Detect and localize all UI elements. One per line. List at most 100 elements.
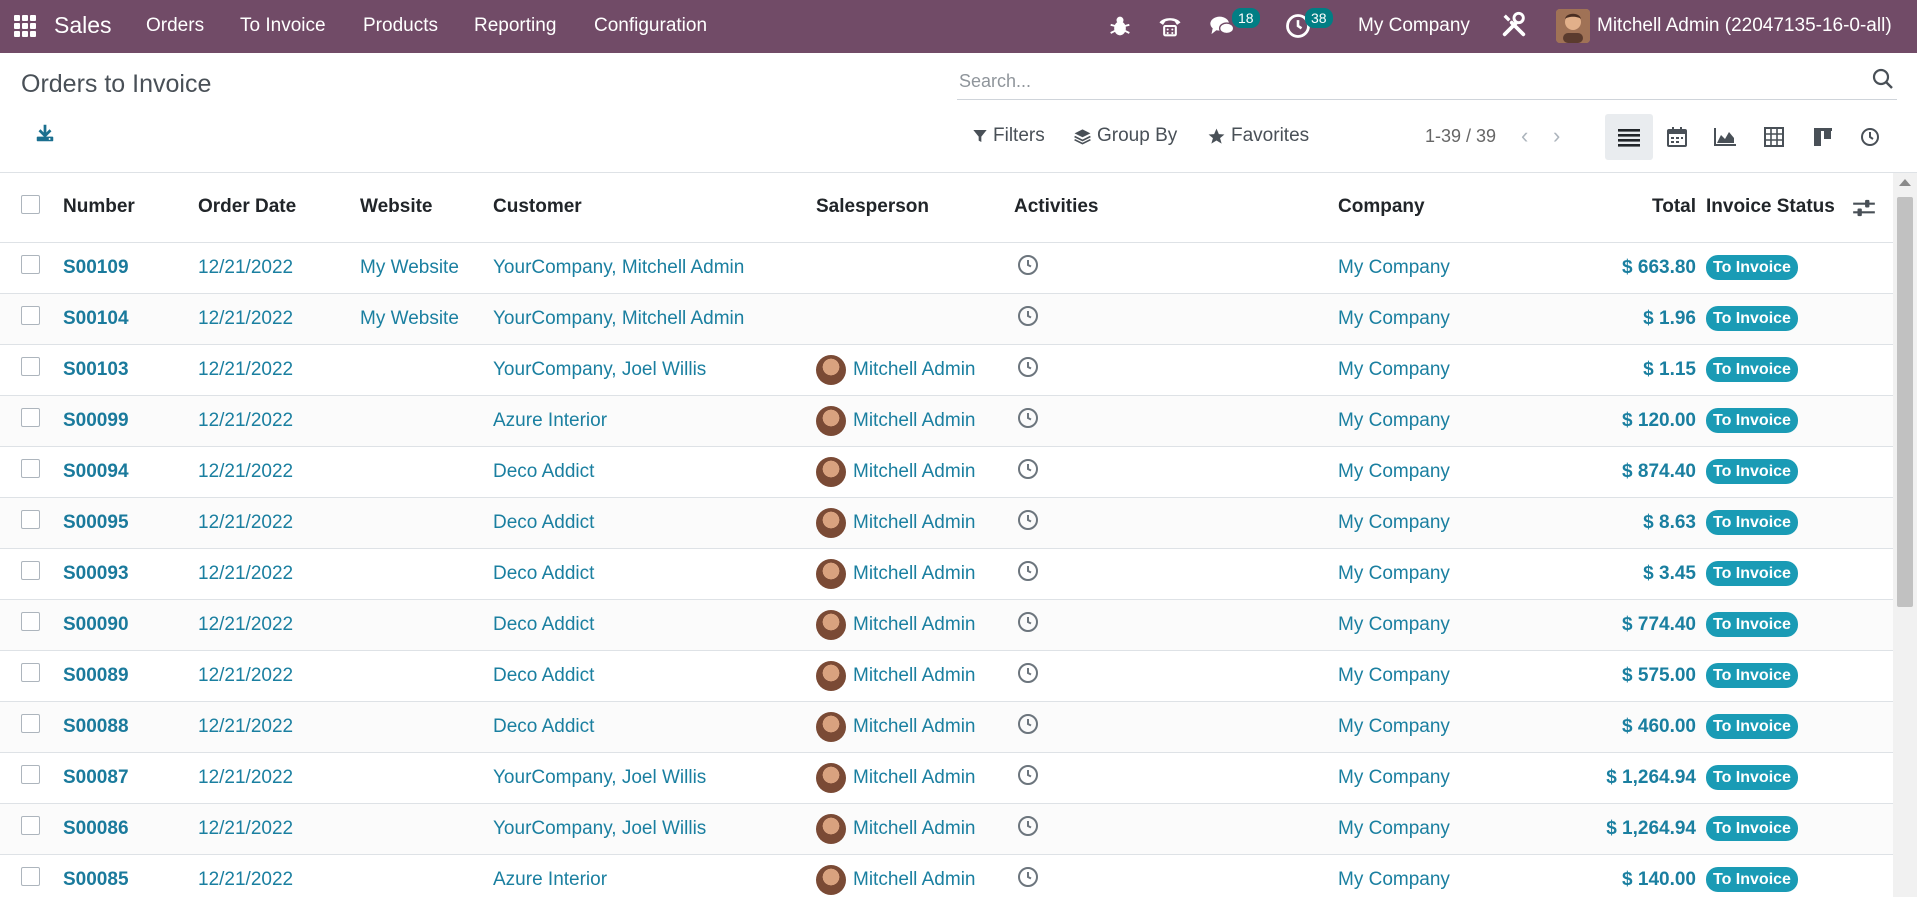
order-website[interactable]: My Website (360, 242, 493, 293)
activity-view-button[interactable] (1846, 114, 1894, 160)
table-row[interactable]: S00088 12/21/2022 Deco Addict Mitchell Admi… (0, 701, 1893, 752)
scroll-up-arrow-icon[interactable] (1899, 179, 1911, 186)
salesperson-cell[interactable]: Mitchell Admin (816, 762, 1014, 793)
order-customer[interactable]: Deco Addict (493, 548, 816, 599)
order-date[interactable]: 12/21/2022 (198, 752, 360, 803)
order-total[interactable]: $ 874.40 (1536, 446, 1706, 497)
table-row[interactable]: S00099 12/21/2022 Azure Interior Mitchell A… (0, 395, 1893, 446)
table-row[interactable]: S00093 12/21/2022 Deco Addict Mitchell Admi… (0, 548, 1893, 599)
order-total[interactable]: $ 3.45 (1536, 548, 1706, 599)
order-company[interactable]: My Company (1338, 293, 1536, 344)
order-website[interactable] (360, 395, 493, 446)
order-total[interactable]: $ 1,264.94 (1536, 803, 1706, 854)
header-customer[interactable]: Customer (493, 173, 816, 243)
order-company[interactable]: My Company (1338, 395, 1536, 446)
download-icon[interactable] (34, 122, 56, 144)
table-row[interactable]: S00095 12/21/2022 Deco Addict Mitchell Admi… (0, 497, 1893, 548)
order-customer[interactable]: Deco Addict (493, 701, 816, 752)
user-avatar[interactable] (1556, 9, 1590, 43)
row-checkbox[interactable] (21, 867, 40, 886)
phone-icon[interactable] (1156, 12, 1184, 40)
header-number[interactable]: Number (63, 173, 198, 243)
order-total[interactable]: $ 120.00 (1536, 395, 1706, 446)
order-customer[interactable]: YourCompany, Joel Willis (493, 752, 816, 803)
row-checkbox[interactable] (21, 510, 40, 529)
search-icon[interactable] (1871, 67, 1895, 91)
order-number[interactable]: S00094 (63, 446, 198, 497)
pager-value[interactable]: 1-39 / 39 (1425, 126, 1496, 147)
salesperson-cell[interactable]: Mitchell Admin (816, 609, 1014, 640)
order-date[interactable]: 12/21/2022 (198, 803, 360, 854)
activity-clock-icon[interactable] (1016, 763, 1040, 787)
header-salesperson[interactable]: Salesperson (816, 173, 1014, 243)
table-row[interactable]: S00090 12/21/2022 Deco Addict Mitchell Admi… (0, 599, 1893, 650)
order-total[interactable]: $ 1.96 (1536, 293, 1706, 344)
header-activities[interactable]: Activities (1014, 173, 1338, 243)
order-company[interactable]: My Company (1338, 344, 1536, 395)
activity-clock-icon[interactable] (1016, 712, 1040, 736)
header-order-date[interactable]: Order Date (198, 173, 360, 243)
order-website[interactable] (360, 599, 493, 650)
order-customer[interactable]: Azure Interior (493, 854, 816, 897)
table-row[interactable]: S00087 12/21/2022 YourCompany, Joel Willis… (0, 752, 1893, 803)
row-checkbox[interactable] (21, 459, 40, 478)
order-number[interactable]: S00099 (63, 395, 198, 446)
group-by-button[interactable]: Group By (1073, 125, 1177, 147)
scroll-thumb[interactable] (1897, 197, 1913, 607)
activity-clock-icon[interactable] (1016, 559, 1040, 583)
order-total[interactable]: $ 140.00 (1536, 854, 1706, 897)
activity-clock-icon[interactable] (1016, 865, 1040, 889)
order-number[interactable]: S00086 (63, 803, 198, 854)
salesperson-cell[interactable]: Mitchell Admin (816, 507, 1014, 538)
company-switcher[interactable]: My Company (1358, 15, 1470, 37)
pager-next-icon[interactable]: › (1553, 125, 1571, 148)
salesperson-cell[interactable]: Mitchell Admin (816, 405, 1014, 436)
salesperson-cell[interactable]: Mitchell Admin (816, 558, 1014, 589)
order-number[interactable]: S00088 (63, 701, 198, 752)
order-date[interactable]: 12/21/2022 (198, 497, 360, 548)
order-date[interactable]: 12/21/2022 (198, 242, 360, 293)
order-customer[interactable]: Azure Interior (493, 395, 816, 446)
table-row[interactable]: S00103 12/21/2022 YourCompany, Joel Willis… (0, 344, 1893, 395)
order-number[interactable]: S00087 (63, 752, 198, 803)
order-customer[interactable]: Deco Addict (493, 599, 816, 650)
order-company[interactable]: My Company (1338, 854, 1536, 897)
order-website[interactable] (360, 548, 493, 599)
favorites-button[interactable]: Favorites (1207, 125, 1309, 147)
kanban-view-button[interactable] (1799, 114, 1847, 160)
activity-clock-icon[interactable] (1016, 814, 1040, 838)
activity-clock-icon[interactable] (1016, 508, 1040, 532)
salesperson-cell[interactable]: Mitchell Admin (816, 864, 1014, 895)
row-checkbox[interactable] (21, 816, 40, 835)
order-company[interactable]: My Company (1338, 599, 1536, 650)
table-row[interactable]: S00104 12/21/2022 My Website YourCompany, M… (0, 293, 1893, 344)
order-company[interactable]: My Company (1338, 650, 1536, 701)
order-number[interactable]: S00109 (63, 242, 198, 293)
order-number[interactable]: S00093 (63, 548, 198, 599)
salesperson-cell[interactable]: Mitchell Admin (816, 711, 1014, 742)
activity-clock-icon[interactable] (1016, 457, 1040, 481)
order-company[interactable]: My Company (1338, 446, 1536, 497)
order-total[interactable]: $ 575.00 (1536, 650, 1706, 701)
bug-icon[interactable] (1106, 12, 1134, 40)
apps-grid-icon[interactable] (14, 15, 36, 37)
order-date[interactable]: 12/21/2022 (198, 548, 360, 599)
order-company[interactable]: My Company (1338, 701, 1536, 752)
order-total[interactable]: $ 8.63 (1536, 497, 1706, 548)
salesperson-cell[interactable]: Mitchell Admin (816, 813, 1014, 844)
salesperson-cell[interactable]: Mitchell Admin (816, 660, 1014, 691)
table-row[interactable]: S00109 12/21/2022 My Website YourCompany, M… (0, 242, 1893, 293)
menu-orders[interactable]: Orders (146, 15, 204, 37)
order-company[interactable]: My Company (1338, 752, 1536, 803)
order-customer[interactable]: Deco Addict (493, 446, 816, 497)
order-date[interactable]: 12/21/2022 (198, 701, 360, 752)
activity-clock-icon[interactable] (1016, 304, 1040, 328)
table-row[interactable]: S00085 12/21/2022 Azure Interior Mitchell A… (0, 854, 1893, 897)
row-checkbox[interactable] (21, 408, 40, 427)
order-website[interactable] (360, 650, 493, 701)
activity-clock-icon[interactable] (1016, 610, 1040, 634)
order-website[interactable] (360, 803, 493, 854)
order-website[interactable] (360, 701, 493, 752)
order-website[interactable] (360, 854, 493, 897)
order-number[interactable]: S00095 (63, 497, 198, 548)
